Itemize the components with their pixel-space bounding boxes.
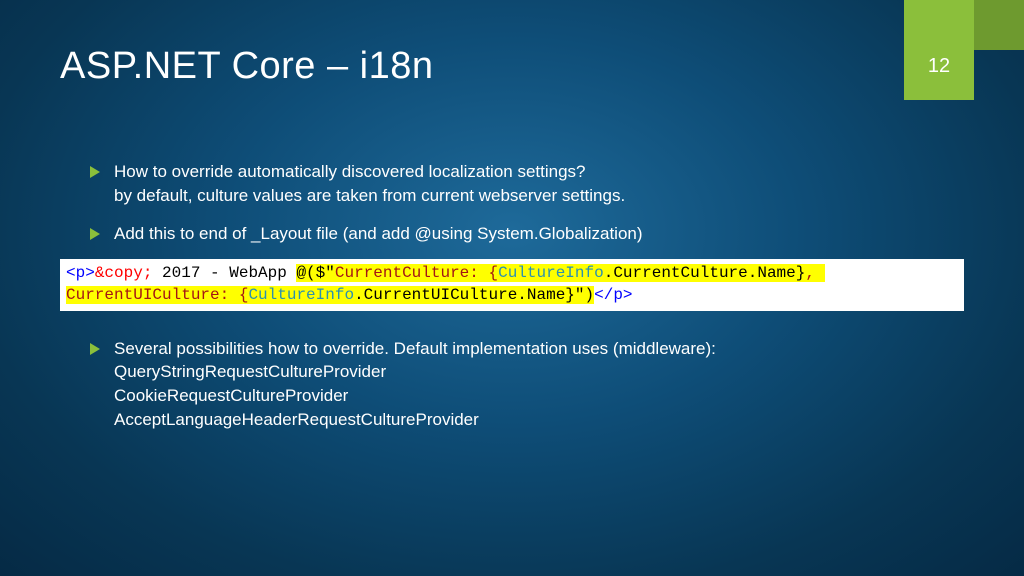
code-token: CurrentUICulture: { <box>66 286 248 304</box>
slide-title: ASP.NET Core – i18n <box>60 45 434 88</box>
code-token: } <box>796 264 806 282</box>
code-token: CurrentCulture: { <box>335 264 498 282</box>
bullet-icon <box>90 343 100 355</box>
code-token: .CurrentCulture.Name <box>604 264 796 282</box>
bullet-text: Add this to end of _Layout file (and add… <box>114 222 964 246</box>
bullet-icon <box>90 166 100 178</box>
code-token: .CurrentUICulture.Name <box>354 286 565 304</box>
code-block: <p>&copy; 2017 - WebApp @($"CurrentCultu… <box>60 259 964 310</box>
bullet-icon <box>90 228 100 240</box>
code-token: 2017 - WebApp <box>152 264 296 282</box>
bullet-line: How to override automatically discovered… <box>114 160 964 184</box>
bullet-line: QueryStringRequestCultureProvider <box>114 360 964 384</box>
code-token: CultureInfo <box>498 264 604 282</box>
bullet-line: by default, culture values are taken fro… <box>114 184 964 208</box>
bullet-1: How to override automatically discovered… <box>90 160 964 208</box>
corner-fold <box>974 0 1024 50</box>
bullet-line: CookieRequestCultureProvider <box>114 384 964 408</box>
code-token: CultureInfo <box>248 286 354 304</box>
code-token: } <box>565 286 575 304</box>
bullet-line: Several possibilities how to override. D… <box>114 337 964 361</box>
bullet-line: AcceptLanguageHeaderRequestCultureProvid… <box>114 408 964 432</box>
slide-content: How to override automatically discovered… <box>90 160 964 446</box>
bullet-text: Several possibilities how to override. D… <box>114 337 964 432</box>
code-token: <p> <box>66 264 95 282</box>
code-token: ") <box>575 286 594 304</box>
page-number: 12 <box>928 55 950 78</box>
code-token: @($" <box>296 264 334 282</box>
page-number-tab: 12 <box>904 0 974 100</box>
code-token: </p> <box>594 286 632 304</box>
bullet-2: Add this to end of _Layout file (and add… <box>90 222 964 246</box>
bullet-3: Several possibilities how to override. D… <box>90 337 964 432</box>
code-token: , <box>805 264 824 282</box>
bullet-text: How to override automatically discovered… <box>114 160 964 208</box>
code-token: &copy; <box>95 264 153 282</box>
